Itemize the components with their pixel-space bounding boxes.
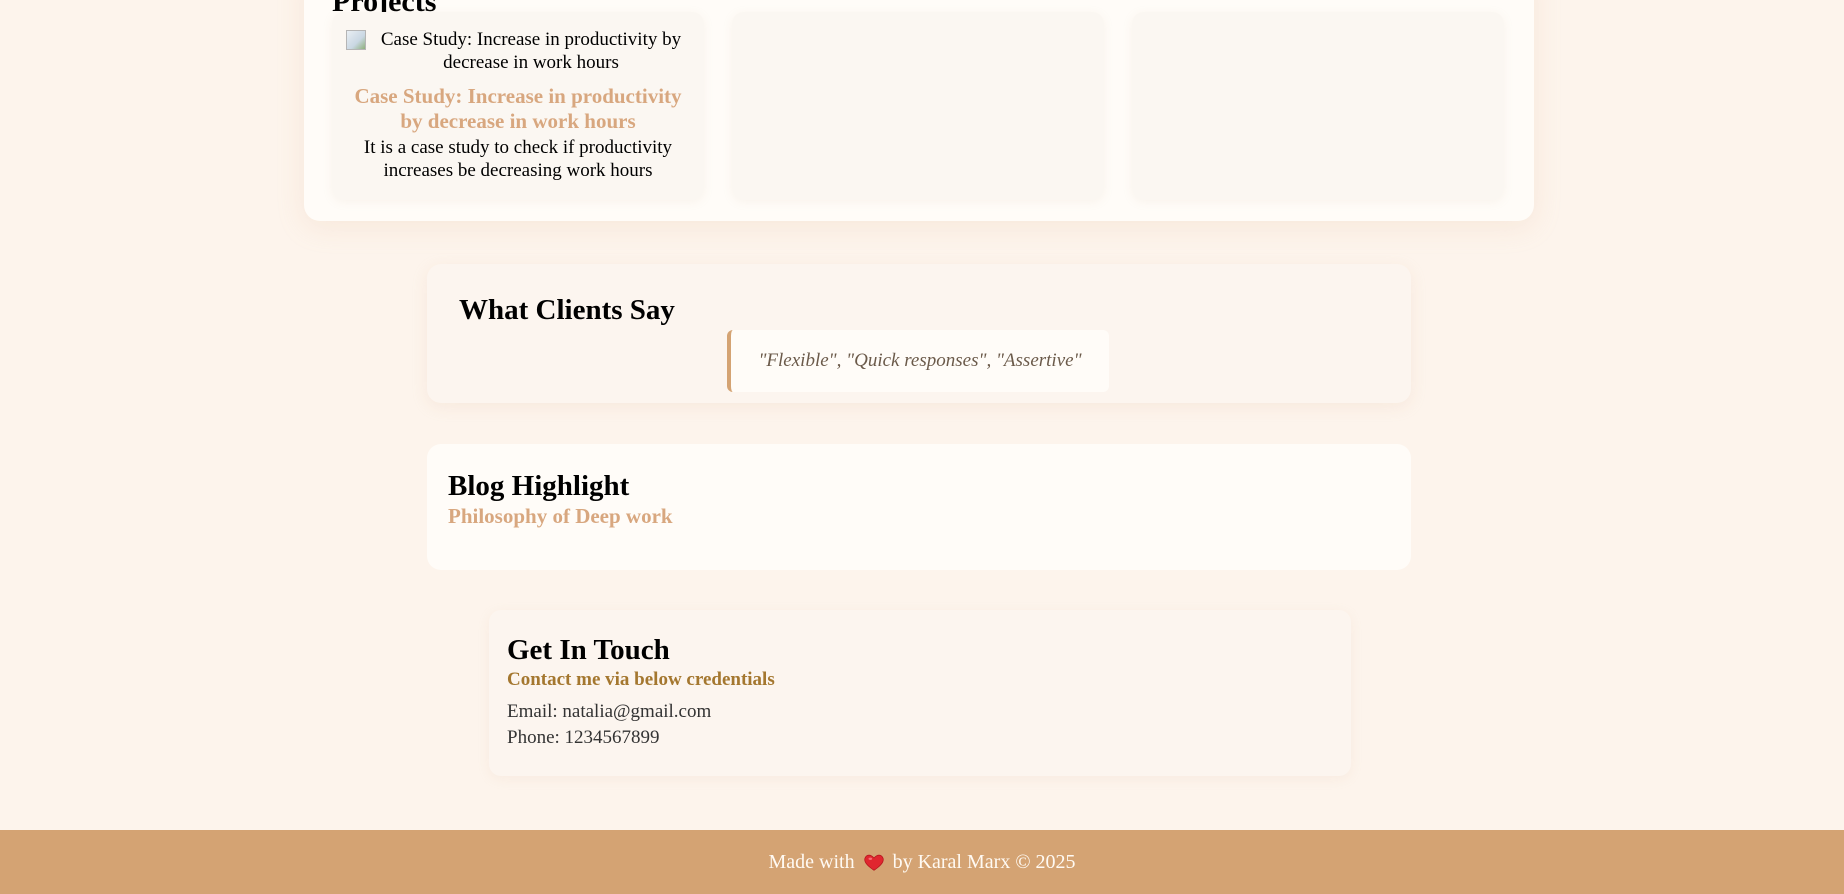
page: Projects Case Study: Increase in product…: [0, 0, 1844, 894]
contact-subheading: Contact me via below credentials: [507, 669, 775, 690]
blog-section: Blog Highlight Philosophy of Deep work: [427, 444, 1411, 570]
project-image: Case Study: Increase in productivity by …: [346, 28, 690, 74]
testimonial-quote-text: "Flexible", "Quick responses", "Assertiv…: [758, 350, 1082, 371]
project-title: Case Study: Increase in productivity by …: [354, 84, 682, 133]
footer-credit: by Karal Marx © 2025: [892, 850, 1076, 873]
testimonials-heading: What Clients Say: [459, 294, 675, 326]
footer-made-with: Made with: [768, 850, 855, 873]
projects-section: Projects Case Study: Increase in product…: [304, 0, 1534, 221]
contact-email: Email: natalia@gmail.com: [507, 701, 712, 722]
blog-heading: Blog Highlight: [448, 470, 630, 502]
project-card-empty: [1132, 12, 1504, 200]
project-image-alt: Case Study: Increase in productivity by …: [380, 29, 682, 73]
testimonials-section: What Clients Say "Flexible", "Quick resp…: [427, 264, 1411, 403]
heart-icon: [863, 851, 885, 873]
footer: Made with by Karal Marx © 2025: [0, 830, 1844, 894]
project-card-empty: [732, 12, 1104, 200]
blog-post-link[interactable]: Philosophy of Deep work: [448, 504, 673, 529]
project-card[interactable]: Case Study: Increase in productivity by …: [332, 12, 704, 200]
contact-heading: Get In Touch: [507, 634, 670, 666]
contact-phone: Phone: 1234567899: [507, 727, 660, 748]
project-description: It is a case study to check if productiv…: [363, 137, 673, 181]
contact-section: Get In Touch Contact me via below creden…: [489, 610, 1351, 776]
testimonial-quote: "Flexible", "Quick responses", "Assertiv…: [727, 330, 1109, 392]
broken-image-icon: [346, 30, 366, 50]
